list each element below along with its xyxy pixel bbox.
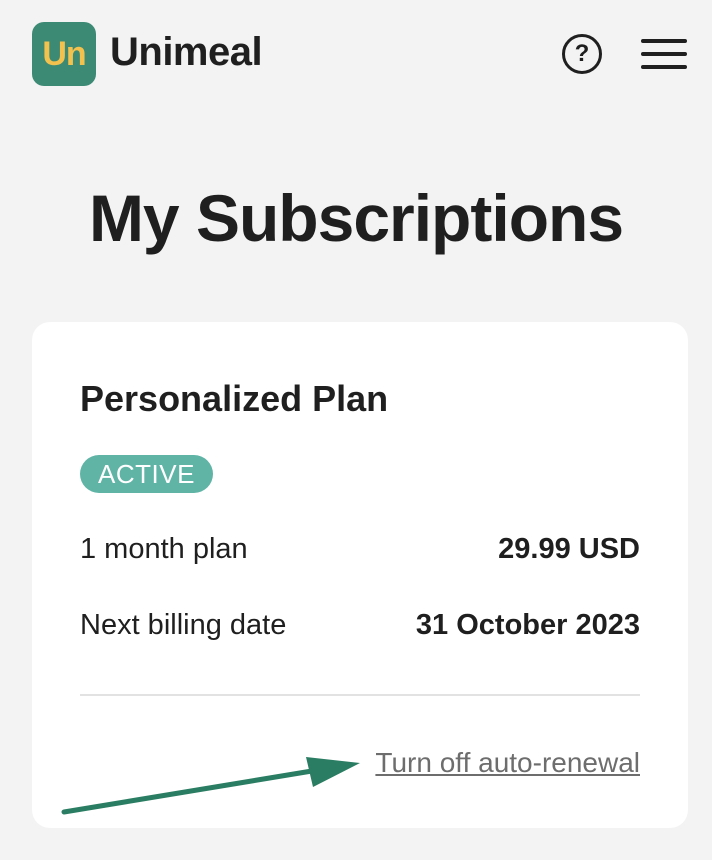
divider bbox=[80, 694, 640, 696]
billing-row: Next billing date 31 October 2023 bbox=[80, 605, 640, 645]
billing-label: Next billing date bbox=[80, 608, 287, 641]
status-badge: ACTIVE bbox=[80, 455, 213, 493]
question-icon: ? bbox=[574, 40, 590, 67]
menu-button[interactable] bbox=[641, 39, 687, 69]
plan-label: 1 month plan bbox=[80, 532, 248, 565]
billing-date: 31 October 2023 bbox=[415, 608, 640, 641]
plan-price: 29.99 USD bbox=[498, 532, 640, 565]
header: Un Unimeal ? bbox=[0, 0, 712, 110]
hamburger-line bbox=[641, 39, 687, 43]
subscription-card: Personalized Plan ACTIVE 1 month plan 29… bbox=[32, 322, 688, 828]
help-button[interactable]: ? bbox=[562, 34, 602, 74]
page-title: My Subscriptions bbox=[88, 181, 624, 255]
hamburger-line bbox=[641, 52, 687, 56]
logo-icon[interactable]: Un bbox=[32, 22, 96, 86]
logo-text[interactable]: Unimeal bbox=[110, 30, 263, 75]
plan-name: Personalized Plan bbox=[80, 378, 389, 419]
plan-row: 1 month plan 29.99 USD bbox=[80, 529, 640, 569]
hamburger-line bbox=[641, 65, 687, 69]
turn-off-auto-renewal-link[interactable]: Turn off auto-renewal bbox=[375, 747, 640, 779]
